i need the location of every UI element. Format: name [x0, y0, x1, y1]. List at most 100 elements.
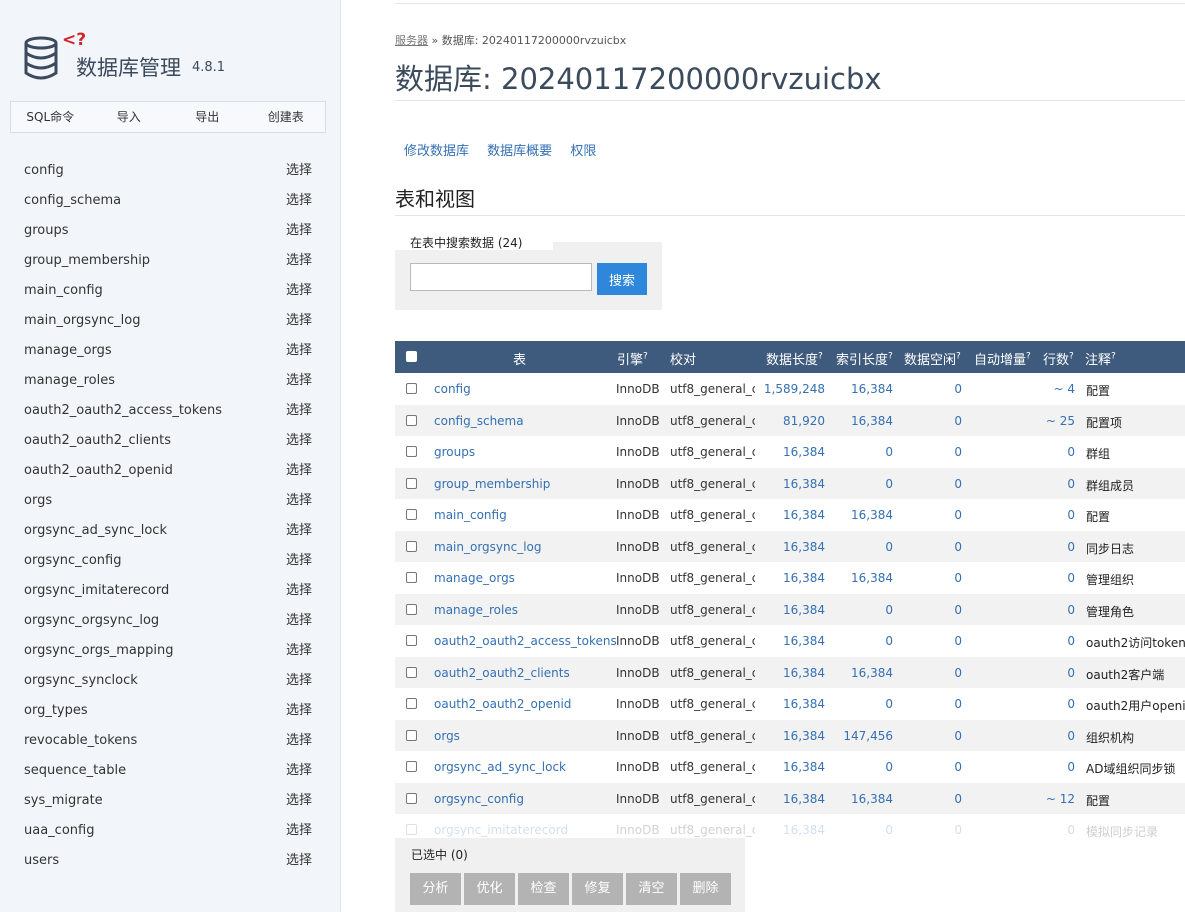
data-length-link[interactable]: 16,384 [755, 508, 825, 522]
rows-count-link[interactable]: 0 [1023, 508, 1075, 522]
repair-button[interactable]: 修复 [572, 873, 623, 905]
sidebar-table-link[interactable]: manage_orgs [24, 336, 112, 366]
sidebar-select-link[interactable]: 选择 [286, 516, 312, 546]
sidebar-select-link[interactable]: 选择 [286, 276, 312, 306]
sidebar-table-link[interactable]: uaa_config [24, 816, 94, 846]
table-name-link[interactable]: manage_orgs [434, 571, 515, 585]
sidebar-table-link[interactable]: groups [24, 216, 69, 246]
sidebar-select-link[interactable]: 选择 [286, 846, 312, 876]
data-length-link[interactable]: 16,384 [755, 823, 825, 837]
alter-database-link[interactable]: 修改数据库 [404, 144, 469, 159]
table-name-link[interactable]: main_orgsync_log [434, 540, 542, 554]
index-length-link[interactable]: 147,456 [825, 729, 893, 743]
sidebar-select-link[interactable]: 选择 [286, 786, 312, 816]
data-free-link[interactable]: 0 [893, 603, 962, 617]
data-length-link[interactable]: 16,384 [755, 477, 825, 491]
index-length-link[interactable]: 16,384 [825, 382, 893, 396]
data-length-link[interactable]: 16,384 [755, 603, 825, 617]
sidebar-select-link[interactable]: 选择 [286, 576, 312, 606]
header-table[interactable]: 表 [513, 349, 526, 368]
sidebar-table-link[interactable]: org_types [24, 696, 88, 726]
sidebar-select-link[interactable]: 选择 [286, 186, 312, 216]
header-comment[interactable]: 注释? [1085, 349, 1116, 368]
sidebar-select-link[interactable]: 选择 [286, 336, 312, 366]
row-checkbox[interactable] [406, 729, 417, 741]
data-free-link[interactable]: 0 [893, 414, 962, 428]
sidebar-select-link[interactable]: 选择 [286, 486, 312, 516]
sidebar-select-link[interactable]: 选择 [286, 246, 312, 276]
table-name-link[interactable]: config [434, 382, 471, 396]
rows-count-link[interactable]: 0 [1023, 571, 1075, 585]
rows-count-link[interactable]: 0 [1023, 823, 1075, 837]
data-free-link[interactable]: 0 [893, 760, 962, 774]
sidebar-select-link[interactable]: 选择 [286, 666, 312, 696]
row-checkbox[interactable] [406, 540, 417, 552]
sidebar-table-link[interactable]: revocable_tokens [24, 726, 137, 756]
row-checkbox[interactable] [406, 761, 417, 772]
sidebar-table-link[interactable]: orgsync_synclock [24, 666, 138, 696]
sidebar-table-link[interactable]: main_config [24, 276, 103, 306]
data-free-link[interactable]: 0 [893, 729, 962, 743]
row-checkbox[interactable] [406, 635, 417, 646]
select-all-checkbox[interactable] [406, 351, 417, 362]
drop-button[interactable]: 删除 [680, 873, 731, 905]
sidebar-table-link[interactable]: main_orgsync_log [24, 306, 140, 336]
sidebar-select-link[interactable]: 选择 [286, 456, 312, 486]
sidebar-table-link[interactable]: config_schema [24, 186, 121, 216]
optimize-button[interactable]: 优化 [464, 873, 515, 905]
sidebar-table-link[interactable]: oauth2_oauth2_openid [24, 456, 173, 486]
data-free-link[interactable]: 0 [893, 823, 962, 837]
rows-count-link[interactable]: ~ 25 [1023, 414, 1075, 428]
sidebar-select-link[interactable]: 选择 [286, 546, 312, 576]
index-length-link[interactable]: 16,384 [825, 666, 893, 680]
data-length-link[interactable]: 16,384 [755, 666, 825, 680]
sidebar-select-link[interactable]: 选择 [286, 216, 312, 246]
rows-count-link[interactable]: 0 [1023, 477, 1075, 491]
table-name-link[interactable]: main_config [434, 508, 507, 522]
header-auto-increment[interactable]: 自动增量? [974, 349, 1031, 368]
data-free-link[interactable]: 0 [893, 571, 962, 585]
rows-count-link[interactable]: 0 [1023, 697, 1075, 711]
sidebar-table-link[interactable]: manage_roles [24, 366, 115, 396]
data-length-link[interactable]: 16,384 [755, 540, 825, 554]
sidebar-table-link[interactable]: sequence_table [24, 756, 126, 786]
rows-count-link[interactable]: 0 [1023, 729, 1075, 743]
index-length-link[interactable]: 0 [825, 760, 893, 774]
index-length-link[interactable]: 0 [825, 634, 893, 648]
index-length-link[interactable]: 16,384 [825, 571, 893, 585]
table-name-link[interactable]: oauth2_oauth2_clients [434, 666, 570, 680]
export-link[interactable]: 导出 [168, 102, 247, 132]
database-schema-link[interactable]: 数据库概要 [487, 144, 552, 159]
sidebar-select-link[interactable]: 选择 [286, 396, 312, 426]
row-checkbox[interactable] [406, 792, 417, 804]
analyze-button[interactable]: 分析 [410, 873, 461, 905]
data-free-link[interactable]: 0 [893, 634, 962, 648]
sidebar-table-link[interactable]: orgsync_config [24, 546, 121, 576]
data-length-link[interactable]: 16,384 [755, 697, 825, 711]
sidebar-table-link[interactable]: sys_migrate [24, 786, 103, 816]
logo[interactable]: <? 数据库管理 4.8.1 [24, 30, 324, 90]
table-name-link[interactable]: groups [434, 445, 475, 459]
index-length-link[interactable]: 16,384 [825, 508, 893, 522]
sidebar-select-link[interactable]: 选择 [286, 366, 312, 396]
rows-count-link[interactable]: 0 [1023, 540, 1075, 554]
data-free-link[interactable]: 0 [893, 477, 962, 491]
sidebar-select-link[interactable]: 选择 [286, 696, 312, 726]
sidebar-table-link[interactable]: config [24, 156, 64, 186]
header-index-length[interactable]: 索引长度? [836, 349, 893, 368]
table-name-link[interactable]: manage_roles [434, 603, 518, 617]
data-free-link[interactable]: 0 [893, 508, 962, 522]
header-engine[interactable]: 引擎? [617, 349, 648, 368]
table-name-link[interactable]: group_membership [434, 477, 550, 491]
sidebar-table-link[interactable]: orgs [24, 486, 52, 516]
data-free-link[interactable]: 0 [893, 792, 962, 806]
index-length-link[interactable]: 0 [825, 540, 893, 554]
rows-count-link[interactable]: 0 [1023, 666, 1075, 680]
data-length-link[interactable]: 16,384 [755, 571, 825, 585]
privileges-link[interactable]: 权限 [570, 144, 596, 159]
rows-count-link[interactable]: ~ 12 [1023, 792, 1075, 806]
sidebar-select-link[interactable]: 选择 [286, 816, 312, 846]
data-length-link[interactable]: 16,384 [755, 760, 825, 774]
index-length-link[interactable]: 0 [825, 445, 893, 459]
data-length-link[interactable]: 81,920 [755, 414, 825, 428]
